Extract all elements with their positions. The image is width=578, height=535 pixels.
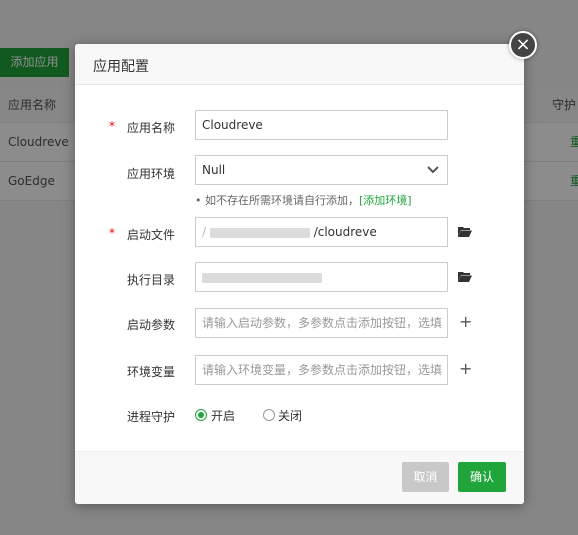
env-hint: • 如不存在所需环境请自行添加，[添加环境] (195, 192, 412, 208)
start-args-input[interactable]: 请输入启动参数，多参数点击添加按钮，选填 (195, 308, 448, 338)
dialog-header: 应用配置 (75, 44, 524, 85)
env-vars-input[interactable]: 请输入环境变量，多参数点击添加按钮，选填 (195, 355, 448, 385)
app-env-select[interactable]: Null (195, 155, 448, 185)
daemon-off-label[interactable]: 关闭 (278, 407, 302, 424)
start-file-label: 启动文件 (126, 228, 175, 242)
start-file-input[interactable]: / /cloudreve (195, 217, 448, 247)
dialog-title: 应用配置 (93, 59, 149, 75)
exec-dir-input[interactable] (195, 262, 448, 292)
start-file-value: /cloudreve (313, 225, 377, 239)
folder-open-icon[interactable] (458, 226, 472, 237)
redacted-path (209, 227, 310, 238)
redacted-path (202, 272, 322, 283)
daemon-on-radio[interactable] (195, 409, 207, 421)
start-args-label: 启动参数 (126, 318, 175, 332)
plus-icon[interactable]: + (459, 361, 472, 377)
add-env-link[interactable]: [添加环境] (359, 194, 412, 207)
folder-open-icon[interactable] (458, 271, 472, 282)
daemon-on-label[interactable]: 开启 (211, 407, 235, 424)
app-env-value: Null (202, 163, 226, 177)
plus-icon[interactable]: + (459, 314, 472, 330)
redacted-path: / (202, 225, 210, 239)
cancel-button[interactable]: 取消 (402, 462, 449, 492)
app-name-input[interactable]: Cloudreve (195, 110, 448, 140)
chevron-down-icon (427, 156, 439, 184)
close-icon[interactable]: × (509, 31, 537, 59)
confirm-button[interactable]: 确认 (458, 462, 506, 492)
daemon-off-radio[interactable] (263, 409, 275, 421)
app-config-dialog: 应用配置 * 应用名称 Cloudreve 应用环境 Null • 如不存在所需… (75, 44, 524, 504)
app-name-label: 应用名称 (126, 121, 175, 135)
bullet-icon: • (195, 194, 202, 207)
exec-dir-label: 执行目录 (126, 273, 175, 287)
env-vars-label: 环境变量 (126, 365, 175, 379)
dialog-footer (75, 451, 524, 504)
env-hint-text: 如不存在所需环境请自行添加， (205, 194, 359, 207)
app-env-label: 应用环境 (126, 167, 175, 181)
daemon-label: 进程守护 (126, 410, 175, 424)
